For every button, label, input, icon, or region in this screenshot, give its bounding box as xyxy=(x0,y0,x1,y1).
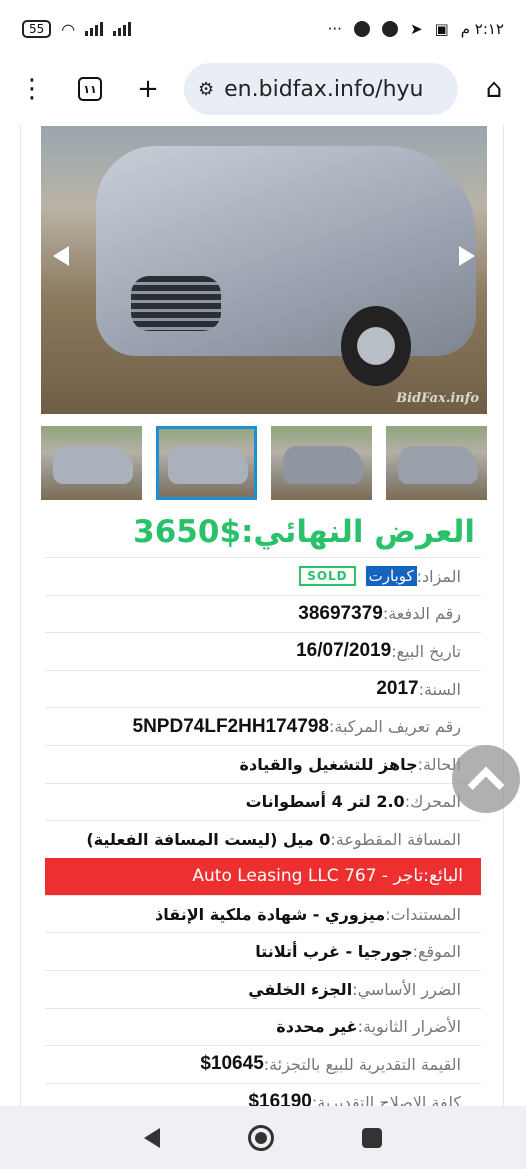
row-year: السنة: 2017 xyxy=(45,669,481,708)
thumbnail-1[interactable] xyxy=(41,426,142,500)
gallery-prev-icon[interactable] xyxy=(53,246,69,266)
row-label: الموقع: xyxy=(412,942,461,962)
page-content: BidFax.info العرض النهائي:$3650 المزاد: … xyxy=(20,124,504,1106)
row-value: غير محددة xyxy=(276,1017,358,1037)
row-label: رقم الدفعة: xyxy=(382,604,461,624)
row-value: جورجيا - غرب أتلانتا xyxy=(255,942,413,962)
browser-toolbar: ⋮ ١١ + ⚙ en.bidfax.info/hyu ⌂ xyxy=(0,58,526,120)
row-label: القيمة التقديرية للبيع بالتجزئة: xyxy=(263,1054,461,1074)
row-secondary-damage: الأضرار الثانوية: غير محددة xyxy=(45,1007,481,1046)
final-bid-heading: العرض النهائي:$3650 xyxy=(51,514,475,550)
recents-icon[interactable] xyxy=(362,1127,382,1148)
back-icon[interactable] xyxy=(144,1127,160,1148)
more-notifications-icon: ··· xyxy=(327,20,342,38)
final-bid-label: العرض النهائي: xyxy=(241,514,475,550)
thumbnail-3[interactable] xyxy=(271,426,372,500)
row-primary-damage: الضرر الأساسي: الجزء الخلفي xyxy=(45,969,481,1008)
row-value: 2017 xyxy=(376,678,419,700)
row-label: رقم تعريف المركبة: xyxy=(328,717,461,737)
row-label: المزاد: xyxy=(416,566,461,586)
new-tab-button[interactable]: + xyxy=(126,67,170,111)
facebook-icon xyxy=(353,21,370,37)
status-right: ··· ➤ ▣ ٢:١٢ م xyxy=(328,20,504,38)
sold-badge: SOLD xyxy=(299,566,356,587)
row-value: جاهز للتشغيل والقيادة xyxy=(239,754,418,774)
row-sale-date: تاريخ البيع: 16/07/2019 xyxy=(45,632,481,670)
signal-icon xyxy=(85,22,104,36)
thumbnail-2[interactable] xyxy=(156,426,257,500)
row-auction: المزاد: كوبارت SOLD xyxy=(45,557,481,595)
tab-count: ١١ xyxy=(78,77,102,101)
row-value: 2.0 لتر 4 أسطوانات xyxy=(245,792,405,812)
chevron-up-icon xyxy=(467,766,505,804)
row-value: $10645 xyxy=(200,1053,264,1075)
messenger-icon xyxy=(381,21,398,37)
row-value: تاجر - Auto Leasing LLC 767 xyxy=(192,866,424,887)
row-label: تاريخ البيع: xyxy=(391,641,461,661)
row-retail-value: القيمة التقديرية للبيع بالتجزئة: $10645 xyxy=(45,1045,481,1083)
main-photo[interactable]: BidFax.info xyxy=(41,126,487,414)
row-engine: المحرك: 2.0 لتر 4 أسطوانات xyxy=(45,782,481,821)
row-odometer: المسافة المقطوعة: 0 ميل (ليست المسافة ال… xyxy=(45,820,481,858)
row-repair-cost: كلفة الإصلاح التقديرية: $16190 xyxy=(45,1082,481,1106)
app-icon: ▣ xyxy=(434,20,449,38)
row-label: الأضرار الثانوية: xyxy=(357,1017,461,1037)
row-value: 0 ميل (ليست المسافة الفعلية) xyxy=(86,829,331,849)
car-wheel xyxy=(341,306,411,386)
system-nav-bar xyxy=(0,1106,526,1169)
home-icon[interactable]: ⌂ xyxy=(472,67,516,111)
thumbnail-strip xyxy=(41,426,487,500)
row-label: السنة: xyxy=(418,679,461,699)
telegram-icon: ➤ xyxy=(409,20,423,38)
site-settings-icon[interactable]: ⚙ xyxy=(198,79,214,100)
row-label: المسافة المقطوعة: xyxy=(330,829,461,849)
row-label: المستندات: xyxy=(385,904,461,924)
row-value: الجزء الخلفي xyxy=(248,979,353,999)
row-value: 5NPD74LF2HH174798 xyxy=(132,715,329,737)
tab-switcher-button[interactable]: ١١ xyxy=(68,67,112,111)
home-nav-icon[interactable] xyxy=(248,1124,274,1151)
row-value: 38697379 xyxy=(298,602,383,624)
status-left: 55 ◠ xyxy=(22,19,132,39)
scroll-to-top-button[interactable] xyxy=(452,745,520,813)
row-value: ميزوري - شهادة ملكية الإنقاذ xyxy=(154,904,386,924)
row-documents: المستندات: ميزوري - شهادة ملكية الإنقاذ xyxy=(45,894,481,933)
row-seller[interactable]: البائع: تاجر - Auto Leasing LLC 767 xyxy=(45,857,481,895)
battery-icon: 55 xyxy=(22,20,52,38)
url-text: en.bidfax.info/hyu xyxy=(224,76,424,102)
row-condition: الحالة: جاهز للتشغيل والقيادة xyxy=(45,744,481,783)
row-location: الموقع: جورجيا - غرب أتلانتا xyxy=(45,932,481,970)
details-table: المزاد: كوبارت SOLD رقم الدفعة: 38697379… xyxy=(45,557,481,1106)
row-label: المحرك: xyxy=(404,792,461,812)
auction-link[interactable]: كوبارت xyxy=(365,566,417,587)
gallery-next-icon[interactable] xyxy=(459,246,475,266)
car-grille xyxy=(131,276,221,331)
row-lot: رقم الدفعة: 38697379 xyxy=(45,594,481,633)
row-label: الضرر الأساسي: xyxy=(352,979,461,999)
row-value: $16190 xyxy=(248,1091,312,1106)
thumbnail-4[interactable] xyxy=(386,426,487,500)
watermark: BidFax.info xyxy=(396,391,479,406)
wifi-icon: ◠ xyxy=(61,19,76,39)
menu-dots-icon[interactable]: ⋮ xyxy=(10,67,54,111)
row-label: كلفة الإصلاح التقديرية: xyxy=(311,1092,461,1106)
clock: ٢:١٢ م xyxy=(460,20,504,38)
row-vin: رقم تعريف المركبة: 5NPD74LF2HH174798 xyxy=(45,707,481,745)
final-bid-value: $3650 xyxy=(133,514,242,550)
row-value: 16/07/2019 xyxy=(296,640,392,662)
status-bar: 55 ◠ ··· ➤ ▣ ٢:١٢ م xyxy=(0,0,526,58)
signal-icon-2 xyxy=(113,22,132,36)
address-bar[interactable]: ⚙ en.bidfax.info/hyu xyxy=(184,63,458,115)
row-label: البائع: xyxy=(423,866,463,887)
